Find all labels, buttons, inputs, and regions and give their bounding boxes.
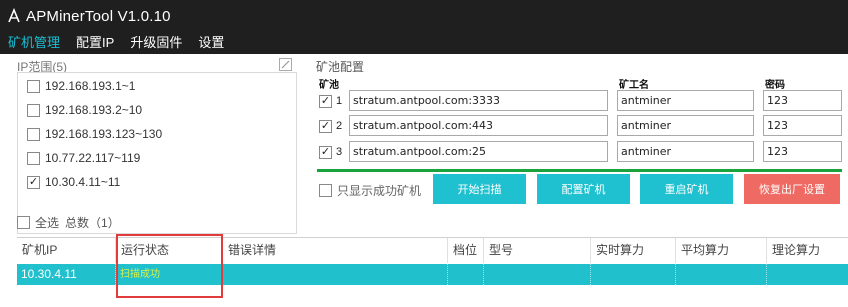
col-realtime-hashrate[interactable]: 实时算力 [591, 238, 676, 263]
ip-range-item[interactable]: 192.168.193.1~1 [27, 79, 135, 93]
select-all-label[interactable]: 全选 [35, 214, 59, 231]
checkbox-icon[interactable] [27, 151, 40, 165]
pool-row: ✓ 1 [319, 90, 348, 112]
ip-range-item[interactable]: 192.168.193.123~130 [27, 127, 162, 141]
checkbox-icon[interactable] [27, 79, 40, 93]
worker-column-label: 矿工名 [619, 80, 649, 91]
select-all-checkbox-icon[interactable] [17, 216, 30, 229]
window-title: APMinerTool V1.0.10 [26, 7, 171, 25]
checkmark-icon[interactable]: ✓ [319, 145, 332, 159]
password-field[interactable]: 123 [763, 115, 842, 136]
col-theoretical-hashrate[interactable]: 理论算力 [767, 238, 848, 263]
password-field[interactable]: 123 [763, 90, 842, 111]
cell-theoretical-hashrate [767, 264, 848, 285]
ip-range-label: 192.168.193.2~10 [45, 103, 143, 117]
cell-realtime-hashrate [591, 264, 676, 285]
col-average-hashrate[interactable]: 平均算力 [676, 238, 767, 263]
password-field[interactable]: 123 [763, 141, 842, 162]
cell-level [448, 264, 484, 285]
main-content: IP范围(5) 192.168.193.1~1 192.168.193.2~10… [0, 54, 848, 307]
ip-range-list: 192.168.193.1~1 192.168.193.2~10 192.168… [17, 72, 297, 234]
pool-row: ✓ 3 [319, 141, 348, 163]
checkmark-icon[interactable]: ✓ [27, 175, 40, 189]
total-count: 总数（1） [65, 216, 120, 230]
cell-model [484, 264, 591, 285]
pool-url-field[interactable]: stratum.antpool.com:3333 [349, 90, 608, 111]
pool-url-field[interactable]: stratum.antpool.com:25 [349, 141, 608, 162]
pool-row-number: 3 [336, 146, 343, 158]
pool-row-number: 2 [336, 120, 343, 132]
ip-range-item[interactable]: 10.77.22.117~119 [27, 151, 140, 165]
ip-range-item[interactable]: ✓ 10.30.4.11~11 [27, 175, 120, 189]
ip-range-label: 192.168.193.1~1 [45, 79, 136, 93]
app-logo-icon [8, 8, 20, 23]
password-column-label: 密码 [765, 80, 785, 91]
cell-miner-ip: 10.30.4.11 [17, 264, 116, 285]
pool-row: ✓ 2 [319, 115, 348, 137]
restart-miner-button[interactable]: 重启矿机 [640, 174, 733, 204]
start-scan-button[interactable]: 开始扫描 [433, 174, 526, 204]
checkbox-icon[interactable] [27, 103, 40, 117]
cell-average-hashrate [676, 264, 767, 285]
checkmark-icon[interactable]: ✓ [319, 94, 332, 108]
config-miner-button[interactable]: 配置矿机 [537, 174, 630, 204]
progress-divider [317, 169, 842, 172]
highlight-box [116, 234, 223, 298]
checkbox-icon[interactable] [27, 127, 40, 141]
col-miner-ip[interactable]: 矿机IP [17, 238, 116, 263]
factory-reset-button[interactable]: 恢复出厂设置 [744, 174, 840, 204]
menu-miner-management[interactable]: 矿机管理 [0, 32, 68, 54]
edit-icon[interactable] [279, 58, 292, 71]
title-bar: APMinerTool V1.0.10 [0, 0, 848, 32]
ip-range-item[interactable]: 192.168.193.2~10 [27, 103, 142, 117]
pool-column-label: 矿池 [319, 80, 339, 91]
worker-name-field[interactable]: antminer [617, 90, 754, 111]
col-error-detail[interactable]: 错误详情 [223, 238, 448, 263]
menu-upgrade-firmware[interactable]: 升级固件 [122, 32, 190, 54]
col-level[interactable]: 档位 [448, 238, 484, 263]
ip-range-label: 10.30.4.11~11 [45, 175, 121, 189]
pool-row-number: 1 [336, 95, 343, 107]
only-success-label: 只显示成功矿机 [337, 184, 422, 198]
menu-config-ip[interactable]: 配置IP [68, 32, 122, 54]
worker-name-field[interactable]: antminer [617, 141, 754, 162]
worker-name-field[interactable]: antminer [617, 115, 754, 136]
cell-error-detail [223, 264, 448, 285]
pool-config-header: 矿池配置 [316, 60, 365, 74]
ip-range-label: 10.77.22.117~119 [45, 151, 141, 165]
col-model[interactable]: 型号 [484, 238, 591, 263]
ip-range-label: 192.168.193.123~130 [45, 127, 163, 141]
checkbox-icon[interactable] [319, 184, 332, 197]
menu-bar: 矿机管理 配置IP 升级固件 设置 [0, 32, 848, 54]
select-all-row: 全选 总数（1） [17, 214, 120, 231]
only-success-toggle[interactable]: 只显示成功矿机 [319, 182, 421, 199]
pool-url-field[interactable]: stratum.antpool.com:443 [349, 115, 608, 136]
menu-settings[interactable]: 设置 [190, 32, 232, 54]
checkmark-icon[interactable]: ✓ [319, 119, 332, 133]
